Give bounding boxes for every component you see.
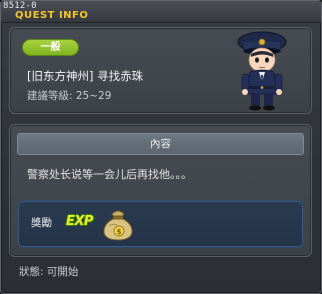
quest-name: [旧东方神州] 寻找赤珠	[27, 69, 144, 83]
exp-icon[interactable]: EXP	[66, 213, 98, 231]
content-header: 內容	[17, 133, 304, 155]
reward-label: 獎勵	[31, 217, 52, 229]
police-npc-avatar	[237, 31, 287, 111]
money-bag-icon[interactable]: $	[99, 206, 137, 242]
reward-panel	[17, 200, 304, 248]
quest-status: 狀態: 可開始	[19, 266, 79, 278]
quest-category-badge: 一般	[22, 39, 79, 56]
quest-description: 警察处长说等一会儿后再找他。。。	[27, 168, 192, 181]
recommended-level: 建議等級: 25~29	[27, 90, 112, 102]
window-title: QUEST INFO	[15, 10, 89, 21]
title-bar[interactable]: 8512-0 QUEST INFO	[1, 1, 321, 23]
svg-text:$: $	[117, 228, 122, 236]
